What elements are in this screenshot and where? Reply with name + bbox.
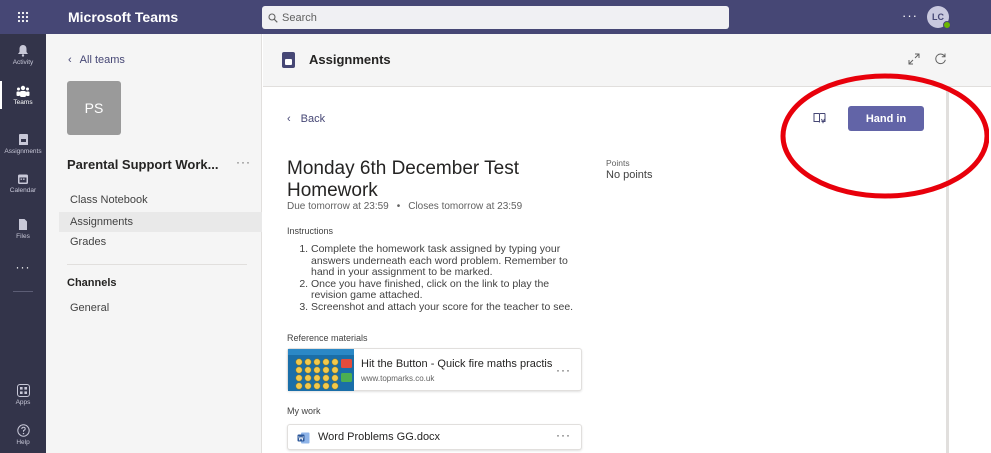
- points-label: Points: [606, 158, 630, 168]
- page-title: Assignments: [309, 52, 391, 67]
- chevron-left-icon: ‹: [68, 54, 72, 66]
- presence-status-icon: [943, 21, 951, 29]
- assignments-icon: [18, 134, 28, 145]
- separator-dot: •: [396, 201, 401, 212]
- expand-icon[interactable]: [908, 53, 920, 65]
- work-file-more-button[interactable]: ···: [556, 428, 571, 442]
- nav-item-assignments[interactable]: Assignments: [59, 212, 262, 232]
- reference-title[interactable]: Hit the Button - Quick fire maths practi…: [361, 358, 552, 370]
- more-options-button[interactable]: ···: [902, 8, 918, 23]
- instruction-item: Once you have finished, click on the lin…: [311, 278, 587, 302]
- bell-icon: [18, 45, 28, 57]
- nav-item-class-notebook[interactable]: Class Notebook: [59, 190, 262, 210]
- channels-heading: Channels: [67, 277, 117, 289]
- instructions-list: Complete the homework task assigned by t…: [287, 243, 587, 314]
- calendar-icon: [18, 174, 28, 184]
- instruction-item: Complete the homework task assigned by t…: [311, 243, 587, 279]
- instructions-heading: Instructions: [287, 226, 334, 236]
- apps-icon: [16, 384, 30, 397]
- rail-item-help[interactable]: Help: [0, 424, 46, 446]
- work-file-card[interactable]: Word Problems GG.docx ···: [287, 424, 582, 450]
- search-icon: [268, 12, 278, 23]
- rail-divider: [13, 291, 33, 292]
- rail-more-apps[interactable]: ···: [0, 260, 46, 274]
- reference-more-button[interactable]: ···: [556, 363, 571, 377]
- app-title: Microsoft Teams: [68, 9, 179, 25]
- rail-item-activity[interactable]: Activity: [0, 44, 46, 66]
- search-input[interactable]: Search: [262, 6, 729, 29]
- back-button[interactable]: ‹ Back: [287, 113, 325, 125]
- rail-label: Calendar: [9, 187, 37, 194]
- reference-card[interactable]: Hit the Button - Quick fire maths practi…: [287, 348, 582, 391]
- reference-thumbnail: [288, 349, 354, 391]
- rail-label: Files: [16, 233, 30, 240]
- all-teams-label: All teams: [79, 54, 125, 66]
- due-info: Due tomorrow at 23:59 • Closes tomorrow at…: [287, 201, 522, 212]
- close-date: Closes tomorrow at 23:59: [408, 201, 523, 212]
- points-value: No points: [606, 169, 653, 181]
- refresh-icon[interactable]: [934, 52, 947, 65]
- all-teams-link[interactable]: ‹ All teams: [68, 54, 125, 66]
- rail-label: Assignments: [4, 148, 42, 155]
- app-rail: Activity Teams Assignments Calendar File…: [0, 34, 46, 453]
- rail-label: Teams: [13, 99, 33, 106]
- rail-item-teams[interactable]: Teams: [0, 81, 46, 109]
- due-date: Due tomorrow at 23:59: [287, 201, 389, 212]
- assignments-icon: [282, 52, 295, 68]
- my-work-heading: My work: [287, 406, 321, 416]
- divider: [67, 264, 247, 265]
- annotation-circle: [780, 73, 989, 199]
- help-icon: [16, 424, 30, 437]
- work-file-name[interactable]: Word Problems GG.docx: [318, 431, 440, 443]
- back-label: Back: [300, 113, 326, 125]
- channel-item-general[interactable]: General: [59, 298, 262, 318]
- team-more-button[interactable]: ···: [236, 155, 251, 169]
- rail-label: Help: [16, 439, 30, 446]
- file-icon: [19, 219, 27, 230]
- rail-item-files[interactable]: Files: [0, 218, 46, 240]
- chevron-left-icon: ‹: [287, 113, 291, 125]
- app-launcher-icon[interactable]: [0, 0, 46, 34]
- rail-item-calendar[interactable]: Calendar: [0, 173, 46, 194]
- rail-label: Activity: [12, 59, 34, 66]
- word-document-icon: [297, 432, 310, 444]
- assignment-title: Monday 6th December Test Homework: [287, 158, 519, 201]
- rail-label: Apps: [15, 399, 31, 406]
- search-placeholder: Search: [282, 11, 317, 24]
- reference-materials-heading: Reference materials: [287, 333, 368, 343]
- team-pane: ‹ All teams PS Parental Support Work... ·…: [46, 34, 262, 453]
- team-avatar: PS: [67, 81, 121, 135]
- rail-item-assignments[interactable]: Assignments: [0, 133, 46, 155]
- teams-icon: [16, 85, 30, 97]
- top-bar: Microsoft Teams Search ··· LC: [0, 0, 991, 34]
- instruction-item: Screenshot and attach your score for the…: [311, 301, 587, 314]
- rail-item-apps[interactable]: Apps: [0, 384, 46, 406]
- nav-item-grades[interactable]: Grades: [59, 232, 262, 252]
- team-name: Parental Support Work...: [67, 157, 219, 172]
- reference-url: www.topmarks.co.uk: [361, 374, 435, 383]
